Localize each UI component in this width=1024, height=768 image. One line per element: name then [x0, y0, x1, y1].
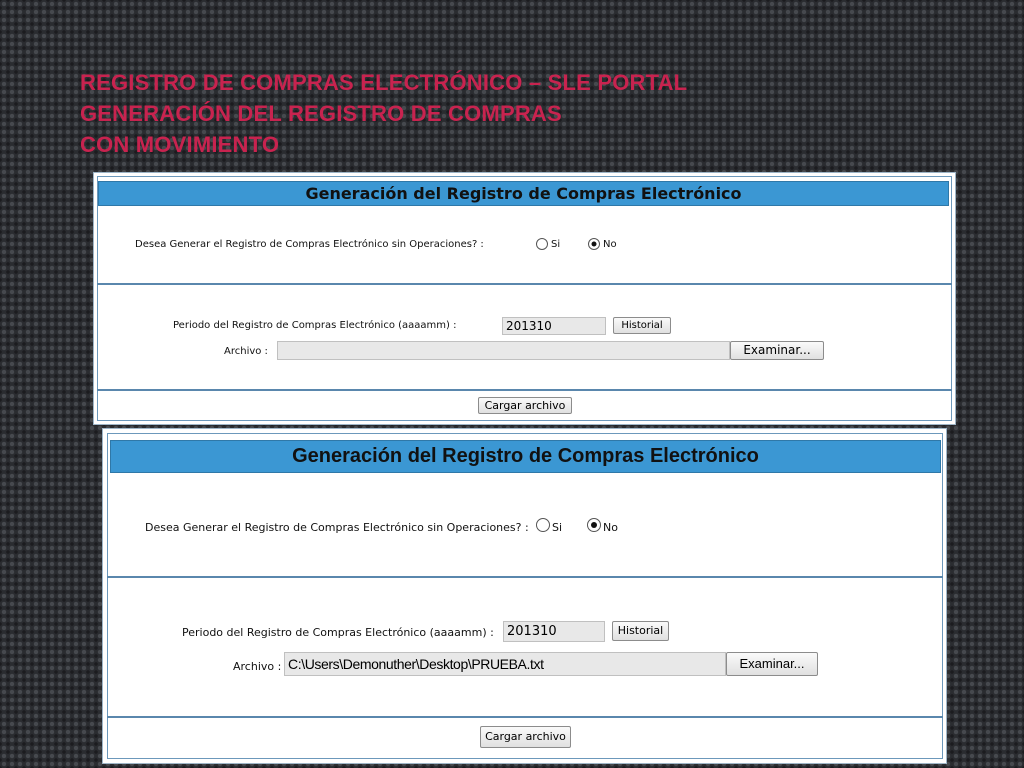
slide-title-line-3: CON MOVIMIENTO	[80, 132, 280, 157]
section-divider	[107, 716, 943, 718]
sin-operaciones-question: Desea Generar el Registro de Compras Ele…	[135, 239, 484, 250]
form-panel-file-selected: Generación del Registro de Compras Elect…	[102, 428, 947, 764]
sin-operaciones-question: Desea Generar el Registro de Compras Ele…	[145, 521, 529, 534]
periodo-input[interactable]: 201310	[503, 621, 605, 642]
section-divider	[107, 576, 943, 578]
archivo-label: Archivo :	[224, 346, 268, 357]
radio-si-label: Si	[552, 521, 563, 534]
radio-no[interactable]	[588, 238, 600, 250]
archivo-input[interactable]	[277, 341, 730, 360]
section-divider	[97, 283, 952, 285]
slide-title-line-1: REGISTRO DE COMPRAS ELECTRÓNICO – SLE PO…	[80, 70, 688, 95]
periodo-input[interactable]: 201310	[502, 317, 606, 335]
periodo-label: Periodo del Registro de Compras Electrón…	[182, 626, 494, 639]
radio-no[interactable]	[587, 518, 601, 532]
historial-button[interactable]: Historial	[613, 317, 671, 334]
archivo-label: Archivo :	[233, 660, 282, 673]
form-frame	[107, 433, 943, 759]
radio-si[interactable]	[536, 238, 548, 250]
radio-no-label: No	[603, 239, 617, 250]
radio-no-label: No	[603, 521, 618, 534]
examinar-button[interactable]: Examinar...	[726, 652, 818, 676]
cargar-archivo-button[interactable]: Cargar archivo	[478, 397, 572, 414]
periodo-label: Periodo del Registro de Compras Electrón…	[173, 320, 457, 331]
form-panel-empty: Generación del Registro de Compras Elect…	[93, 172, 956, 425]
examinar-button[interactable]: Examinar...	[730, 341, 824, 360]
slide-title: REGISTRO DE COMPRAS ELECTRÓNICO – SLE PO…	[80, 67, 687, 160]
radio-si[interactable]	[536, 518, 550, 532]
radio-si-label: Si	[551, 239, 561, 250]
form-header: Generación del Registro de Compras Elect…	[98, 181, 949, 206]
archivo-input[interactable]: C:\Users\Demonuther\Desktop\PRUEBA.txt	[284, 652, 726, 676]
slide-title-line-2: GENERACIÓN DEL REGISTRO DE COMPRAS	[80, 101, 562, 126]
form-frame	[97, 176, 952, 421]
form-header: Generación del Registro de Compras Elect…	[110, 440, 941, 473]
historial-button[interactable]: Historial	[612, 621, 669, 641]
cargar-archivo-button[interactable]: Cargar archivo	[480, 726, 571, 748]
section-divider	[97, 389, 952, 391]
